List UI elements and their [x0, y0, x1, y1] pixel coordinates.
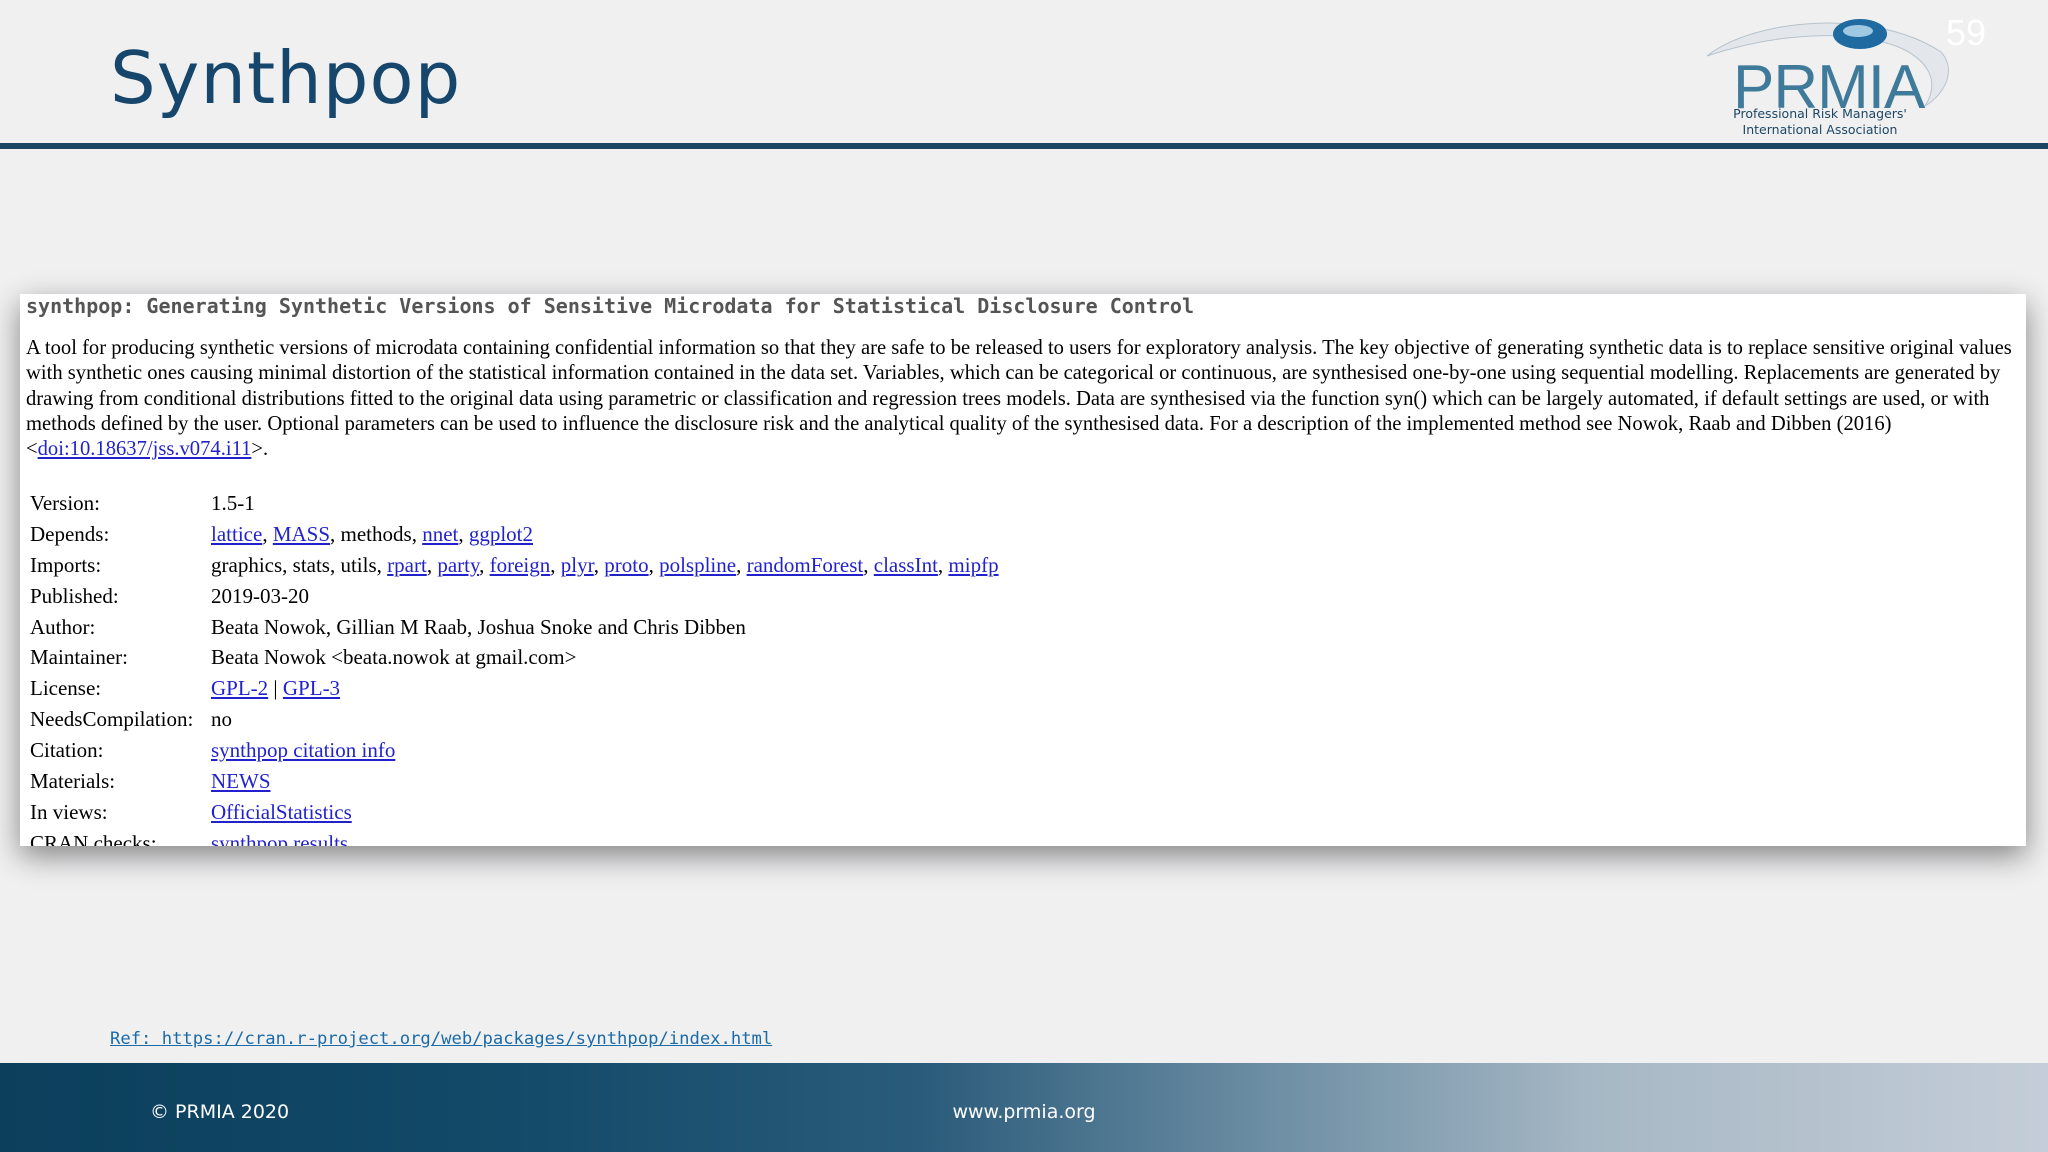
nnet-link[interactable]: nnet [422, 522, 458, 546]
table-row-version: Version: 1.5-1 [27, 488, 999, 519]
package-description: A tool for producing synthetic versions … [26, 337, 2012, 461]
gpl2-link[interactable]: GPL-2 [211, 676, 268, 700]
lattice-link[interactable]: lattice [211, 522, 262, 546]
classint-link[interactable]: classInt [874, 553, 938, 577]
proto-link[interactable]: proto [604, 553, 648, 577]
field-value: OfficialStatistics [208, 797, 999, 828]
gpl3-link[interactable]: GPL-3 [283, 676, 340, 700]
field-value: synthpop citation info [208, 735, 999, 766]
field-value: Beata Nowok, Gillian M Raab, Joshua Snok… [211, 614, 746, 639]
reference-link[interactable]: Ref: https://cran.r-project.org/web/pack… [110, 1029, 772, 1049]
field-label: Imports: [30, 552, 102, 577]
field-value: GPL-2 | GPL-3 [211, 676, 341, 701]
cran-page-screenshot: synthpop: Generating Synthetic Versions … [20, 294, 2026, 846]
package-title: synthpop: Generating Synthetic Versions … [26, 294, 1194, 318]
footer-bar: © PRMIA 2020 www.prmia.org [0, 1063, 2048, 1152]
ggplot2-link[interactable]: ggplot2 [469, 522, 533, 546]
field-value: NEWS [208, 766, 999, 797]
field-value: 1.5-1 [211, 490, 255, 515]
logo-tagline: Professional Risk Managers' Internationa… [1733, 106, 1907, 137]
field-value: 2019-03-20 [211, 583, 309, 608]
field-label: Depends: [30, 521, 110, 546]
prmia-logo: PRMIA Professional Risk Managers' Intern… [1695, 12, 1955, 142]
table-row-maintainer: Maintainer: Beata Nowok <beata.nowok at … [27, 642, 999, 673]
cran-checks-link[interactable]: synthpop results [211, 831, 348, 846]
field-value: graphics, stats, utils, rpart, party, fo… [211, 552, 999, 577]
website-text: www.prmia.org [952, 1101, 1096, 1123]
package-metadata-table: Version: 1.5-1 Depends: lattice, MASS, m… [27, 488, 999, 846]
mipfp-link[interactable]: mipfp [948, 553, 998, 577]
field-label: Version: [30, 490, 100, 515]
table-row-citation: Citation: synthpop citation info [27, 735, 999, 766]
field-label: Materials: [30, 768, 116, 793]
field-label: In views: [30, 799, 108, 824]
table-row-materials: Materials: NEWS [27, 766, 999, 797]
field-label: Published: [30, 583, 119, 608]
field-value: Beata Nowok <beata.nowok at gmail.com> [211, 645, 577, 670]
field-label: License: [30, 676, 102, 701]
official-statistics-link[interactable]: OfficialStatistics [211, 800, 352, 824]
mass-link[interactable]: MASS [273, 522, 330, 546]
field-label: CRAN checks: [30, 830, 157, 846]
news-link[interactable]: NEWS [211, 769, 271, 793]
table-row-depends: Depends: lattice, MASS, methods, nnet, g… [27, 519, 999, 550]
table-row-imports: Imports: graphics, stats, utils, rpart, … [27, 550, 999, 581]
field-label: Maintainer: [30, 645, 128, 670]
field-value: no [211, 707, 232, 732]
field-label: NeedsCompilation: [30, 707, 194, 732]
table-row-author: Author: Beata Nowok, Gillian M Raab, Jos… [27, 612, 999, 643]
table-row-needs-compilation: NeedsCompilation: no [27, 704, 999, 735]
rpart-link[interactable]: rpart [387, 553, 427, 577]
table-row-cran-checks: CRAN checks: synthpop results [27, 828, 999, 846]
foreign-link[interactable]: foreign [490, 553, 551, 577]
title-divider [0, 143, 2048, 149]
table-row-license: License: GPL-2 | GPL-3 [27, 673, 999, 704]
table-row-in-views: In views: OfficialStatistics [27, 797, 999, 828]
party-link[interactable]: party [437, 553, 479, 577]
slide-title: Synthpop [110, 36, 462, 120]
citation-link[interactable]: synthpop citation info [211, 738, 395, 762]
doi-link[interactable]: doi:10.18637/jss.v074.i11 [38, 438, 252, 460]
field-value: synthpop results [208, 828, 999, 846]
randomforest-link[interactable]: randomForest [747, 553, 864, 577]
plyr-link[interactable]: plyr [561, 553, 594, 577]
field-value: lattice, MASS, methods, nnet, ggplot2 [211, 521, 534, 546]
polspline-link[interactable]: polspline [659, 553, 736, 577]
field-label: Author: [30, 614, 96, 639]
field-label: Citation: [30, 738, 104, 763]
table-row-published: Published: 2019-03-20 [27, 581, 999, 612]
